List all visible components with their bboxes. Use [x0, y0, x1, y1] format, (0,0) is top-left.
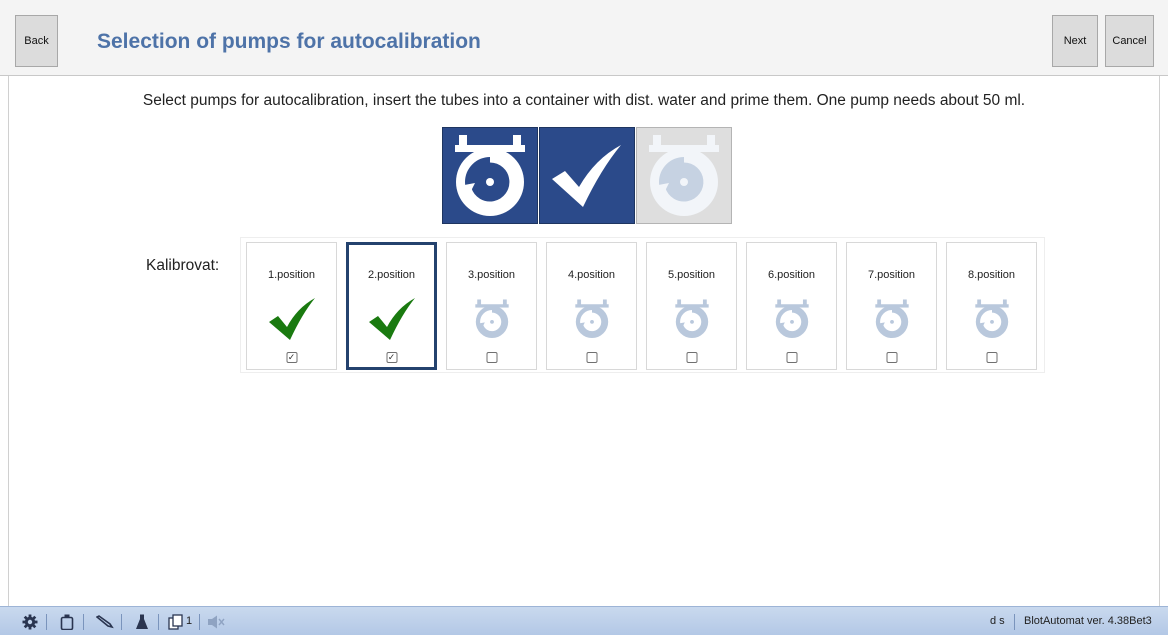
position-4[interactable]: 4.position [546, 242, 637, 370]
pump-icon [974, 299, 1009, 339]
pump-icon [874, 299, 909, 339]
position-checkbox[interactable] [686, 352, 697, 363]
checkmark-icon [552, 144, 621, 207]
checkmark-icon [268, 298, 315, 340]
user-initials: d s [990, 615, 1005, 627]
next-button[interactable]: Next [1052, 15, 1098, 67]
position-label: 1.position [267, 269, 316, 281]
back-button[interactable]: Back [15, 15, 58, 67]
position-3[interactable]: 3.position [446, 242, 537, 370]
position-label: 3.position [467, 269, 516, 281]
position-label: 5.position [667, 269, 716, 281]
position-label: 2.position [367, 269, 416, 281]
pump-icon [649, 134, 719, 216]
speaker-muted-icon[interactable] [207, 614, 225, 630]
cancel-button[interactable]: Cancel [1105, 15, 1154, 67]
documents-icon[interactable] [167, 614, 185, 630]
position-checkbox[interactable] [786, 352, 797, 363]
pump-icon [455, 134, 525, 216]
position-1[interactable]: 1.position ✓ [246, 242, 337, 370]
checkmark-icon [368, 298, 415, 340]
position-checkbox[interactable] [586, 352, 597, 363]
page-title: Selection of pumps for autocalibration [97, 30, 481, 53]
pipette-icon[interactable] [96, 614, 114, 630]
position-2[interactable]: 2.position ✓ [346, 242, 437, 370]
position-checkbox[interactable]: ✓ [386, 352, 397, 363]
mode-icons [442, 127, 734, 224]
version-text: BlotAutomat ver. 4.38Bet3 [1024, 615, 1152, 627]
disabled-pump-tile [636, 127, 732, 224]
pump-mode-tile[interactable] [442, 127, 538, 224]
instructions-text: Select pumps for autocalibration, insert… [142, 92, 1026, 109]
position-label: 8.position [967, 269, 1016, 281]
header-bar: Back Selection of pumps for autocalibrat… [0, 0, 1168, 76]
position-checkbox[interactable] [486, 352, 497, 363]
pump-icon [574, 299, 609, 339]
pump-icon [774, 299, 809, 339]
calibrate-label: Kalibrovat: [146, 257, 220, 274]
gear-icon[interactable] [21, 614, 39, 630]
position-6[interactable]: 6.position [746, 242, 837, 370]
position-5[interactable]: 5.position [646, 242, 737, 370]
calibrate-mode-tile[interactable] [539, 127, 635, 224]
position-checkbox[interactable] [986, 352, 997, 363]
pump-icon [674, 299, 709, 339]
position-7[interactable]: 7.position [846, 242, 937, 370]
position-checkbox[interactable] [886, 352, 897, 363]
documents-count: 1 [186, 615, 193, 627]
position-grid: 1.position ✓ 2.position ✓ 3.position 4.p… [240, 237, 1045, 373]
position-label: 6.position [767, 269, 816, 281]
status-bar: 1 d s BlotAutomat ver. 4.38Bet3 [0, 606, 1168, 635]
position-label: 7.position [867, 269, 916, 281]
position-checkbox[interactable]: ✓ [286, 352, 297, 363]
position-8[interactable]: 8.position [946, 242, 1037, 370]
position-label: 4.position [567, 269, 616, 281]
flask-icon[interactable] [133, 614, 151, 630]
pump-icon [474, 299, 509, 339]
bottle-icon[interactable] [58, 614, 76, 630]
